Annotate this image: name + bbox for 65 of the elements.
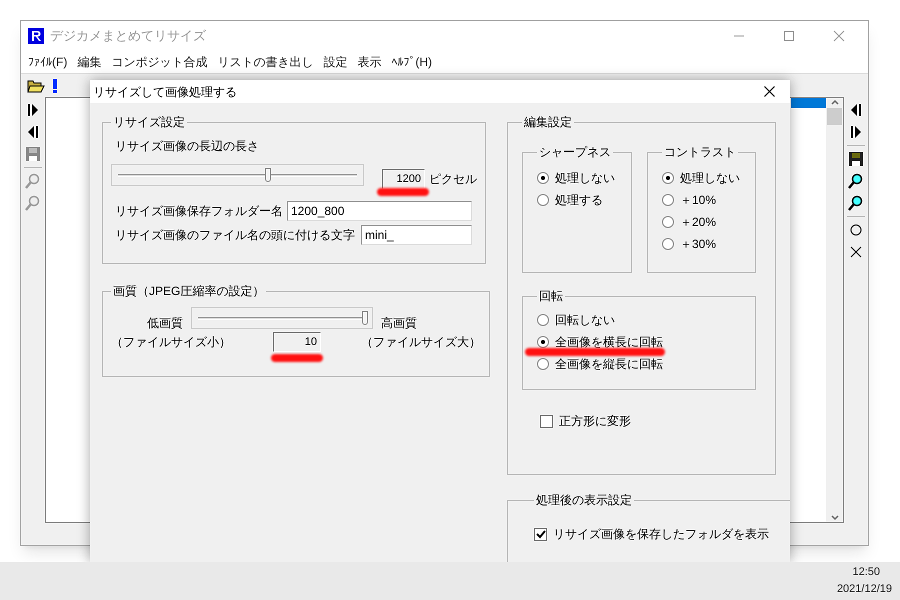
scrollbar[interactable] [826, 98, 843, 522]
zoom-icon[interactable] [847, 194, 865, 212]
quality-high-label: 高画質 [381, 315, 417, 332]
radio-button[interactable] [537, 336, 549, 348]
radio-button[interactable] [537, 314, 549, 326]
checkbox[interactable] [534, 528, 547, 540]
save-icon[interactable] [847, 150, 865, 168]
radio-button[interactable] [662, 216, 674, 228]
group-title: コントラスト [663, 144, 737, 161]
option-label: 全画像を縦長に回転 [555, 356, 663, 373]
value-display: 10 [273, 332, 321, 352]
maximize-icon[interactable] [783, 30, 795, 42]
exclamation-icon[interactable] [51, 78, 59, 94]
checkbox[interactable] [540, 414, 553, 428]
radio-button[interactable] [662, 194, 674, 206]
text-field[interactable]: 1200_800 [287, 201, 472, 221]
radio-button[interactable] [537, 358, 549, 370]
option-label: 処理しない [555, 170, 615, 187]
quality-note: （ファイルサイズ大） [361, 334, 481, 351]
close-icon[interactable] [764, 86, 775, 97]
field-label: リサイズ画像の長辺の長さ [115, 138, 260, 155]
menu-item[interactable]: リストの書き出し [212, 53, 318, 71]
option-label: 処理する [555, 192, 603, 209]
field-label: リサイズ画像保存フォルダー名 [115, 203, 283, 220]
radio-button[interactable] [662, 172, 674, 184]
group-title: 編集設定 [523, 114, 573, 131]
radio-button[interactable] [537, 194, 549, 206]
window-title: デジカメまとめてリサイズ [50, 27, 206, 46]
slider-thumb[interactable] [362, 311, 368, 325]
group-title: 処理後の表示設定 [535, 492, 633, 509]
group-title: 画質（JPEG圧縮率の設定） [112, 283, 266, 300]
slider-thumb[interactable] [265, 168, 272, 182]
menu-item[interactable]: 表示 [352, 53, 386, 71]
app-logo-icon [28, 28, 44, 44]
text-field[interactable]: mini_ [361, 225, 472, 245]
option-label: ＋10% [680, 192, 716, 209]
option-label: 回転しない [555, 312, 615, 329]
radio-button[interactable] [537, 172, 549, 184]
dialog-title: リサイズして画像処理する [93, 84, 238, 100]
radio-button[interactable] [662, 238, 674, 250]
group-title: 回転 [538, 288, 564, 305]
group-title: シャープネス [538, 144, 612, 161]
quality-low-label: 低画質 [147, 315, 183, 332]
scroll-thumb[interactable] [827, 108, 842, 125]
menu-item[interactable]: 編集 [72, 53, 106, 71]
open-folder-icon[interactable] [27, 78, 45, 94]
slider[interactable] [191, 307, 373, 329]
checkbox-label: リサイズ画像を保存したフォルダを表示 [553, 526, 769, 543]
option-label: 処理しない [680, 170, 740, 187]
unit-label: ピクセル [429, 171, 477, 188]
option-label: 全画像を横長に回転 [555, 334, 663, 351]
clock-date: 2021/12/19 [836, 582, 892, 597]
zoom-icon[interactable] [847, 172, 865, 190]
menu-item[interactable]: コンポジット合成 [106, 53, 212, 71]
field-label: リサイズ画像のファイル名の頭に付ける文字 [115, 227, 355, 244]
menu-item[interactable]: ﾌｧｲﾙ(F) [23, 53, 72, 71]
option-label: ＋30% [680, 236, 716, 253]
group-title: リサイズ設定 [112, 114, 186, 131]
clock-time: 12:50 [852, 565, 880, 580]
option-label: ＋20% [680, 214, 716, 231]
menu-item[interactable]: ﾍﾙﾌﾟ(H) [386, 53, 437, 71]
quality-note: （ファイルサイズ小） [111, 334, 232, 351]
checkbox-label: 正方形に変形 [559, 413, 631, 430]
menu-item[interactable]: 設定 [318, 53, 352, 71]
slider[interactable] [111, 164, 364, 186]
